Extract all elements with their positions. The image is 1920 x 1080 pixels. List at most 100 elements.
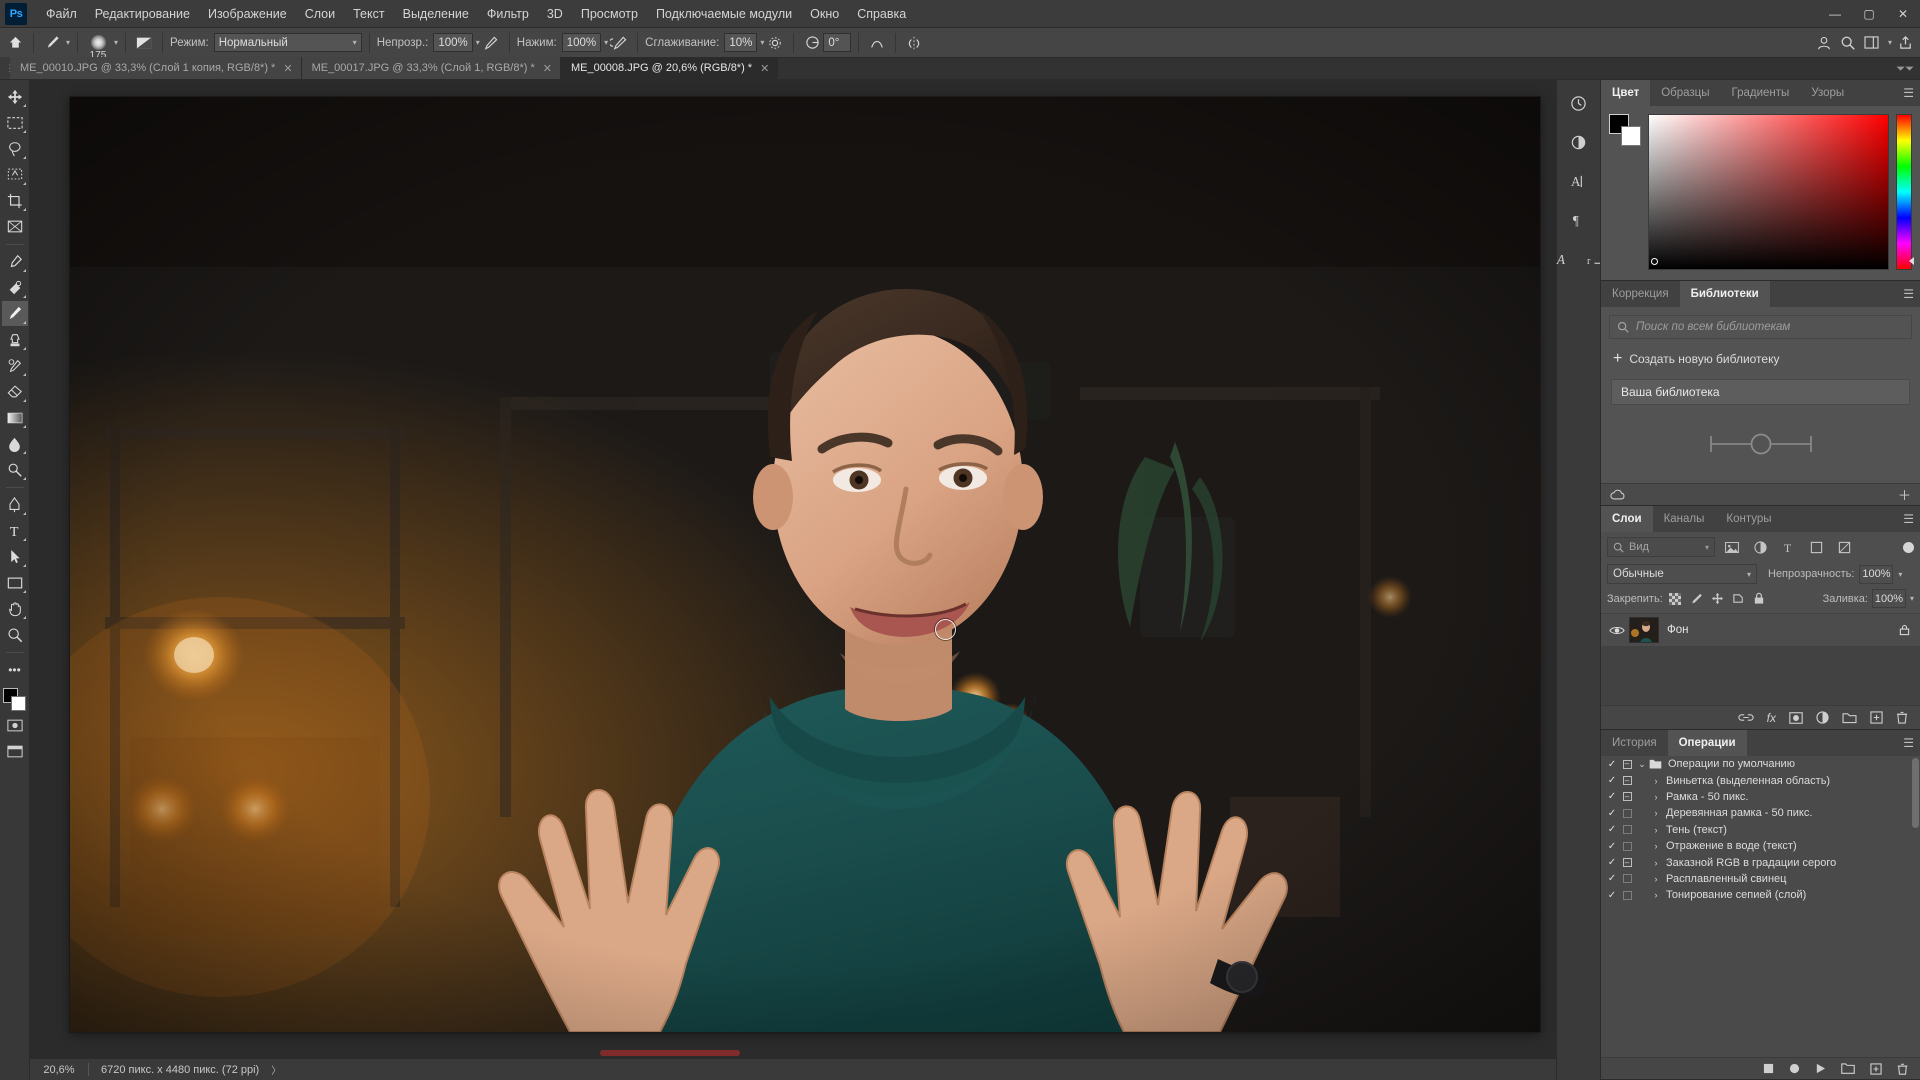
tab-libraries[interactable]: Библиотеки bbox=[1679, 281, 1770, 307]
close-button[interactable]: ✕ bbox=[1886, 0, 1920, 28]
chevron-down-icon[interactable]: ▾ bbox=[1888, 38, 1892, 47]
chevron-down-icon[interactable]: ▾ bbox=[114, 38, 118, 47]
fx-icon[interactable]: fx bbox=[1767, 711, 1776, 725]
lock-image-icon[interactable] bbox=[1688, 590, 1705, 607]
action-dialog-toggle[interactable] bbox=[1619, 808, 1635, 818]
search-icon[interactable] bbox=[1837, 32, 1859, 54]
action-enabled-check[interactable]: ✓ bbox=[1605, 759, 1619, 770]
group-icon[interactable] bbox=[1842, 712, 1857, 724]
play-icon[interactable] bbox=[1815, 1063, 1826, 1074]
dodge-tool[interactable] bbox=[2, 457, 28, 482]
chevron-right-icon[interactable]: › bbox=[1649, 825, 1663, 835]
action-row[interactable]: ✓ – › Виньетка (выделенная область) bbox=[1601, 772, 1920, 788]
object-select-tool[interactable] bbox=[2, 162, 28, 187]
library-search-input[interactable]: Поиск по всем библиотекам bbox=[1609, 315, 1912, 339]
chevron-down-icon[interactable]: ▾ bbox=[1910, 594, 1914, 603]
menu-view[interactable]: Просмотр bbox=[572, 2, 647, 26]
stop-icon[interactable] bbox=[1763, 1063, 1774, 1074]
chevron-right-icon[interactable]: › bbox=[1649, 808, 1663, 818]
cloud-icon[interactable] bbox=[1610, 489, 1626, 500]
chevron-right-icon[interactable]: › bbox=[1649, 792, 1663, 802]
action-enabled-check[interactable]: ✓ bbox=[1605, 824, 1619, 835]
actions-list[interactable]: ✓ – ⌄ Операции по умолчанию ✓ – › Виньет… bbox=[1601, 756, 1920, 1057]
move-tool[interactable] bbox=[2, 84, 28, 109]
create-library-button[interactable]: + Создать новую библиотеку bbox=[1601, 343, 1920, 375]
tab-patterns[interactable]: Узоры bbox=[1800, 80, 1855, 106]
history-brush-tool[interactable] bbox=[2, 353, 28, 378]
crop-tool[interactable] bbox=[2, 188, 28, 213]
chevron-down-icon[interactable]: ⌄ bbox=[1635, 759, 1649, 770]
filter-enable-toggle[interactable] bbox=[1903, 541, 1914, 553]
tab-history[interactable]: История bbox=[1601, 730, 1668, 756]
action-row[interactable]: ✓ › Отражение в воде (текст) bbox=[1601, 838, 1920, 854]
new-action-icon[interactable] bbox=[1870, 1062, 1882, 1075]
action-enabled-check[interactable]: ✓ bbox=[1605, 791, 1619, 802]
smoothing-input[interactable]: 10% bbox=[724, 33, 758, 52]
brush-size-preview[interactable]: 175 bbox=[85, 32, 111, 61]
adjustments-icon[interactable] bbox=[1564, 127, 1594, 157]
hue-slider-handle[interactable] bbox=[1909, 257, 1914, 265]
delete-icon[interactable] bbox=[1896, 711, 1908, 724]
menu-help[interactable]: Справка bbox=[848, 2, 915, 26]
tab-channels[interactable]: Каналы bbox=[1653, 506, 1716, 532]
blur-tool[interactable] bbox=[2, 431, 28, 456]
new-set-icon[interactable] bbox=[1841, 1063, 1855, 1074]
workspace-icon[interactable] bbox=[1861, 32, 1883, 54]
menu-3d[interactable]: 3D bbox=[538, 2, 572, 26]
action-enabled-check[interactable]: ✓ bbox=[1605, 890, 1619, 901]
character-icon[interactable]: A bbox=[1564, 166, 1594, 196]
tab-adjustments[interactable]: Коррекция bbox=[1601, 281, 1680, 307]
color-field[interactable] bbox=[1648, 114, 1889, 270]
action-dialog-toggle[interactable] bbox=[1619, 890, 1635, 900]
chevron-right-icon[interactable]: 〉 bbox=[271, 1062, 281, 1077]
document-canvas[interactable] bbox=[70, 97, 1540, 1032]
action-row[interactable]: ✓ › Тень (текст) bbox=[1601, 822, 1920, 838]
chevron-right-icon[interactable]: › bbox=[1649, 776, 1663, 786]
lock-transparent-icon[interactable] bbox=[1667, 590, 1684, 607]
action-dialog-toggle[interactable] bbox=[1619, 841, 1635, 851]
tablet-pressure-icon[interactable] bbox=[866, 32, 888, 54]
scrollbar-thumb[interactable] bbox=[1912, 758, 1919, 828]
symmetry-icon[interactable] bbox=[903, 32, 925, 54]
gradient-tool[interactable] bbox=[2, 405, 28, 430]
menu-text[interactable]: Текст bbox=[344, 2, 393, 26]
action-dialog-toggle[interactable]: – bbox=[1619, 776, 1635, 786]
tab-swatches[interactable]: Образцы bbox=[1650, 80, 1720, 106]
chevron-right-icon[interactable]: › bbox=[1649, 858, 1663, 868]
lock-artboard-icon[interactable] bbox=[1730, 590, 1747, 607]
action-enabled-check[interactable]: ✓ bbox=[1605, 841, 1619, 852]
chevron-down-icon[interactable]: ▾ bbox=[66, 38, 70, 47]
layer-blend-mode-select[interactable]: Обычные ▾ bbox=[1607, 564, 1757, 584]
action-row[interactable]: ✓ › Расплавленный свинец bbox=[1601, 871, 1920, 887]
action-row[interactable]: ✓ › Деревянная рамка - 50 пикс. bbox=[1601, 805, 1920, 821]
edit-toolbar-button[interactable]: ••• bbox=[2, 657, 28, 682]
minimize-button[interactable]: — bbox=[1818, 0, 1852, 28]
share-icon[interactable] bbox=[1894, 32, 1916, 54]
user-icon[interactable] bbox=[1813, 32, 1835, 54]
menu-filter[interactable]: Фильтр bbox=[478, 2, 538, 26]
menu-layers[interactable]: Слои bbox=[296, 2, 344, 26]
spot-heal-tool[interactable] bbox=[2, 275, 28, 300]
collapse-panels-icon[interactable]: ⏷⏷ bbox=[1896, 63, 1914, 76]
layer-row-background[interactable]: Фон bbox=[1601, 613, 1920, 647]
background-color-swatch[interactable] bbox=[10, 696, 26, 711]
angle-icon[interactable] bbox=[801, 32, 823, 54]
home-icon[interactable] bbox=[4, 32, 26, 54]
background-color-swatch[interactable] bbox=[1621, 126, 1641, 146]
delete-icon[interactable] bbox=[1897, 1063, 1908, 1075]
menu-edit[interactable]: Редактирование bbox=[86, 2, 199, 26]
record-icon[interactable] bbox=[1789, 1063, 1800, 1074]
chevron-right-icon[interactable]: › bbox=[1649, 890, 1663, 900]
tabs-drag-handle[interactable]: ⋮⋮ bbox=[0, 57, 14, 79]
quickmask-icon[interactable] bbox=[2, 713, 28, 738]
pen-tool[interactable] bbox=[2, 492, 28, 517]
opacity-input[interactable]: 100% bbox=[433, 33, 473, 52]
brush-tool[interactable] bbox=[1, 301, 28, 326]
flow-input[interactable]: 100% bbox=[561, 33, 602, 52]
zoom-level[interactable]: 20,6% bbox=[30, 1064, 88, 1076]
new-layer-icon[interactable] bbox=[1870, 711, 1883, 724]
link-icon[interactable] bbox=[1738, 712, 1754, 723]
menu-select[interactable]: Выделение bbox=[394, 2, 478, 26]
panel-menu-icon[interactable]: ☰ bbox=[1903, 87, 1914, 99]
adjustment-icon[interactable] bbox=[1816, 711, 1829, 724]
